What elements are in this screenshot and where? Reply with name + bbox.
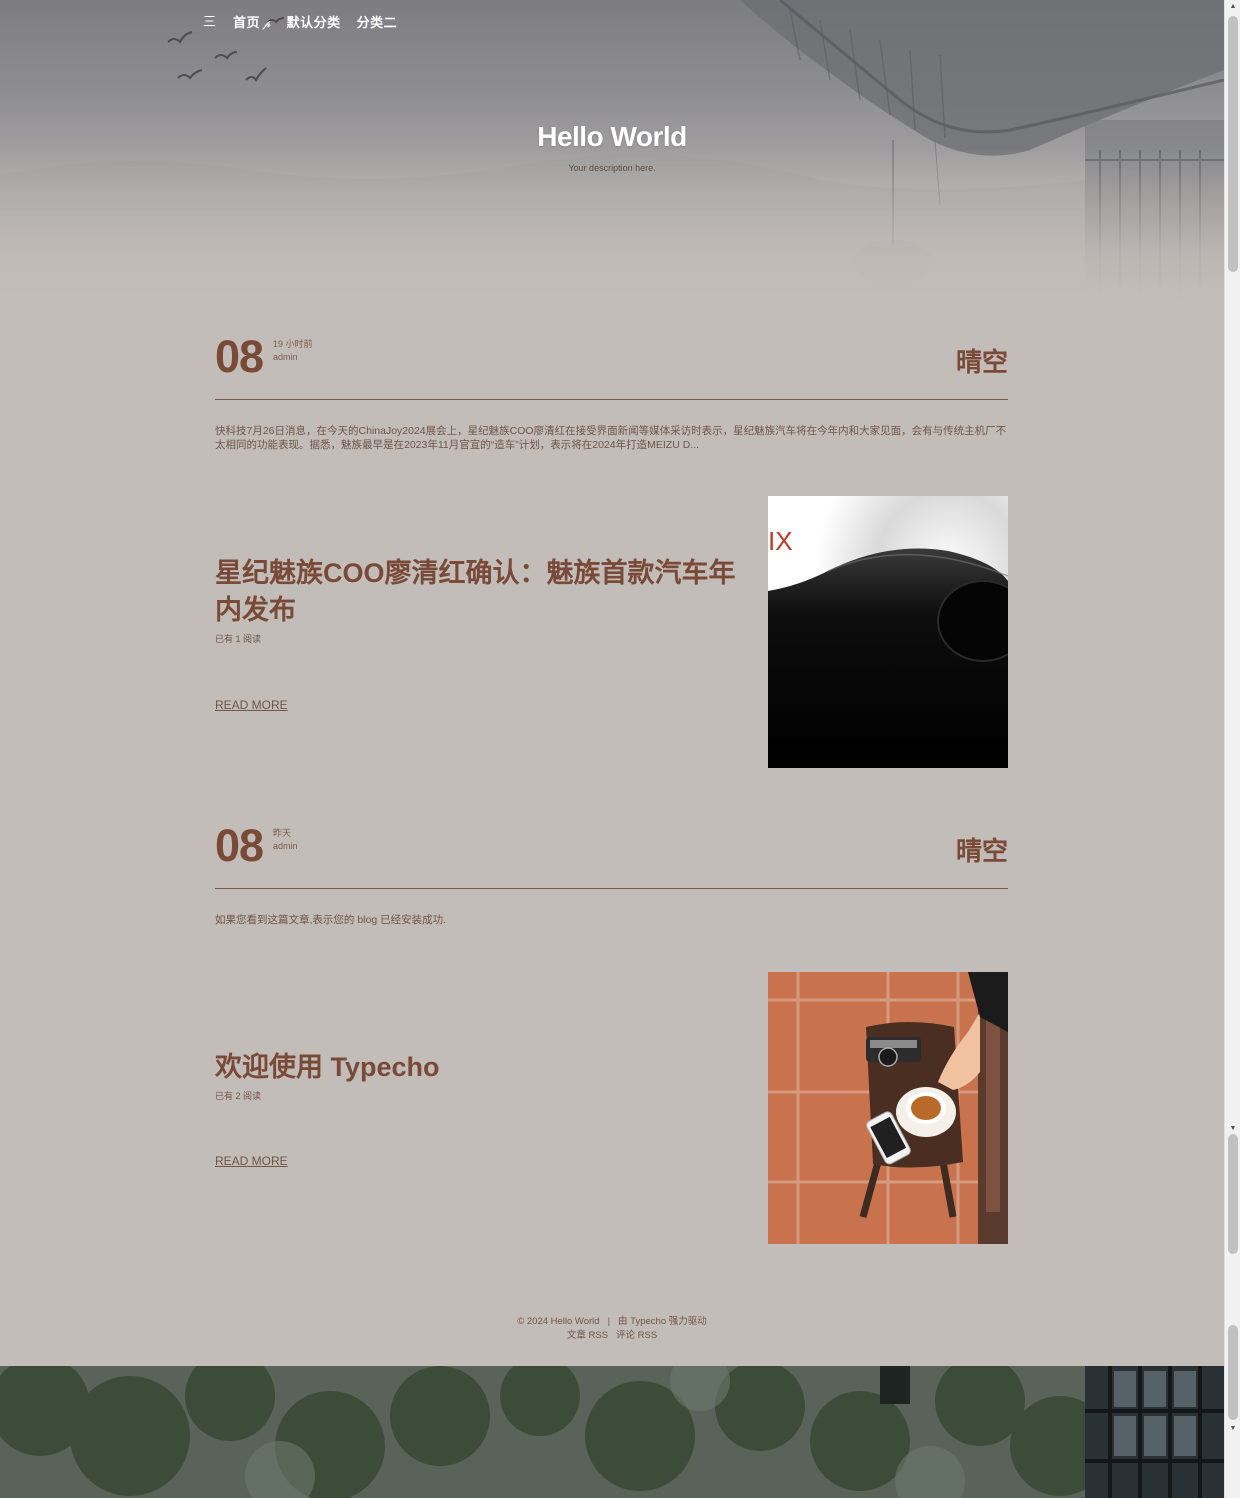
- post-title[interactable]: 星纪魅族COO廖清红确认：魅族首款汽车年 内发布: [215, 555, 736, 629]
- post-day: 08: [215, 820, 264, 871]
- post-weather: 晴空: [955, 347, 1008, 377]
- footer-copyright: © 2024 Hello World: [517, 1316, 600, 1327]
- post-thumbnail[interactable]: [768, 972, 1008, 1244]
- post-card: 08 19 小时前 admin 晴空 快科技7月26日消息，在今天的ChinaJ…: [215, 330, 1008, 768]
- post-title[interactable]: 欢迎使用 Typecho: [215, 1049, 440, 1086]
- post-meta: 昨天 admin: [273, 827, 298, 853]
- read-more-link[interactable]: READ MORE: [215, 698, 288, 712]
- leaf-icon: 𝓅: [263, 19, 271, 30]
- post-author[interactable]: admin: [273, 840, 298, 853]
- scrollbar[interactable]: ▲ ▼ ▼: [1224, 0, 1240, 1498]
- post-read-count: 已有 2 阅读: [215, 1091, 262, 1101]
- post-excerpt: 快科技7月26日消息，在今天的ChinaJoy2024展会上，星纪魅族COO廖清…: [215, 425, 1007, 451]
- site-title[interactable]: Hello World: [0, 121, 1224, 153]
- scroll-down-arrow-icon[interactable]: ▼: [1225, 1424, 1240, 1434]
- post-read-count: 已有 1 阅读: [215, 634, 262, 644]
- post-header: 08 19 小时前 admin 晴空: [215, 330, 1008, 400]
- site-description: Your description here.: [568, 163, 656, 173]
- car-image: IX: [768, 496, 1008, 768]
- post-weather: 晴空: [955, 836, 1008, 866]
- footer: © 2024 Hello World | 由 Typecho 强力驱动 文章 RSS…: [0, 1315, 1224, 1343]
- coffee-table-image: [768, 972, 1008, 1244]
- page: 三 首页 𝓅 默认分类 分类二 Hello World Your descript…: [0, 0, 1240, 1498]
- scroll-thumb[interactable]: [1228, 1134, 1238, 1254]
- post-time: 昨天: [273, 828, 292, 838]
- post-title-line: 欢迎使用 Typecho: [215, 1052, 440, 1082]
- post-header: 08 昨天 admin 晴空: [215, 819, 1008, 889]
- header: 三 首页 𝓅 默认分类 分类二 Hello World Your descript…: [0, 0, 1224, 300]
- footer-separator: |: [607, 1316, 611, 1327]
- divider: [215, 888, 1008, 889]
- post-meta: 19 小时前 admin: [273, 338, 313, 364]
- footer-rss-links: 文章 RSS 评论 RSS: [0, 1329, 1224, 1343]
- post-day: 08: [215, 331, 264, 382]
- nav-item-default-category[interactable]: 默认分类: [287, 12, 341, 31]
- scroll-thumb[interactable]: [1228, 1325, 1238, 1420]
- top-nav: 三 首页 𝓅 默认分类 分类二: [203, 12, 397, 31]
- footer-line: © 2024 Hello World | 由 Typecho 强力驱动: [0, 1315, 1224, 1329]
- post-thumbnail[interactable]: IX: [768, 496, 1008, 768]
- scroll-thumb[interactable]: [1228, 16, 1238, 272]
- footer-powered-by[interactable]: 由 Typecho 强力驱动: [618, 1316, 707, 1327]
- menu-icon[interactable]: 三: [203, 14, 216, 30]
- post-time: 19 小时前: [273, 339, 313, 349]
- nav-item-category-two[interactable]: 分类二: [357, 12, 398, 31]
- read-more-link[interactable]: READ MORE: [215, 1154, 288, 1168]
- footer-scenery-image: [0, 1366, 1224, 1498]
- thumbnail-logo-text: IX: [768, 526, 793, 556]
- rss-posts-link[interactable]: 文章 RSS: [567, 1330, 608, 1341]
- post-excerpt: 如果您看到这篇文章,表示您的 blog 已经安装成功.: [215, 914, 447, 926]
- post-title-line: 内发布: [215, 595, 296, 625]
- nav-item-home[interactable]: 首页 𝓅: [233, 12, 271, 31]
- rss-comments-link[interactable]: 评论 RSS: [616, 1330, 657, 1341]
- post-author[interactable]: admin: [273, 351, 313, 364]
- nav-item-home-label: 首页: [233, 15, 261, 30]
- divider: [215, 399, 1008, 400]
- scroll-down-arrow-icon[interactable]: ▼: [1225, 1124, 1240, 1134]
- post-title-line: 星纪魅族COO廖清红确认：魅族首款汽车年: [215, 558, 736, 588]
- post-card: 08 昨天 admin 晴空 如果您看到这篇文章,表示您的 blog 已经安装成…: [215, 819, 1008, 1244]
- forest-illustration: [0, 1366, 1224, 1498]
- scroll-up-arrow-icon[interactable]: ▲: [1225, 2, 1240, 12]
